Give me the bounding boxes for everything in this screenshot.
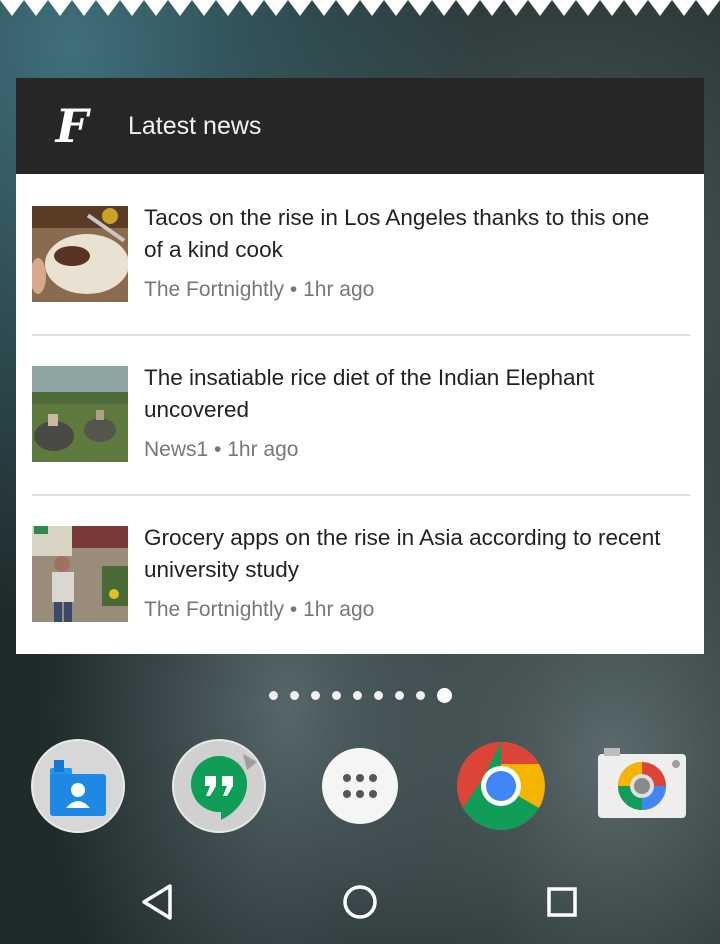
news-meta: The Fortnightly • 1hr ago <box>144 278 375 301</box>
app-logo-icon[interactable]: F <box>16 103 128 149</box>
page-dot-active <box>436 687 452 703</box>
news-thumbnail[interactable] <box>32 366 128 462</box>
hangouts-icon[interactable] <box>171 738 267 834</box>
recents-icon[interactable] <box>538 878 586 926</box>
page-indicator <box>0 687 720 703</box>
news-meta: The Fortnightly • 1hr ago <box>144 598 375 621</box>
news-source: The Fortnightly <box>144 278 285 301</box>
page-dot <box>289 690 299 700</box>
widget-header[interactable]: F Latest news <box>16 78 704 174</box>
news-thumbnail[interactable] <box>32 206 128 302</box>
back-icon[interactable] <box>134 878 182 926</box>
page-dot <box>352 690 362 700</box>
page-dot <box>331 690 341 700</box>
news-meta: News1 • 1hr ago <box>144 438 299 461</box>
camera-icon[interactable] <box>594 738 690 834</box>
contacts-icon[interactable] <box>30 738 126 834</box>
news-headline[interactable]: The insatiable rice diet of the Indian E… <box>144 362 664 426</box>
news-source: News1 <box>144 438 209 461</box>
news-time: 1hr ago <box>227 438 299 461</box>
news-time: 1hr ago <box>303 278 375 301</box>
news-item[interactable]: Grocery apps on the rise in Asia accordi… <box>16 494 704 654</box>
torn-edge <box>0 0 720 16</box>
page-dot <box>268 690 278 700</box>
app-drawer-icon[interactable] <box>312 738 408 834</box>
news-time: 1hr ago <box>303 598 375 621</box>
navigation-bar <box>0 860 720 944</box>
news-source: The Fortnightly <box>144 598 285 621</box>
news-headline[interactable]: Grocery apps on the rise in Asia accordi… <box>144 522 664 586</box>
page-dot <box>373 690 383 700</box>
widget-title: Latest news <box>128 111 262 140</box>
home-icon[interactable] <box>336 878 384 926</box>
news-widget: F Latest news Tacos on the rise in Los A… <box>16 78 704 654</box>
page-dot <box>310 690 320 700</box>
news-item[interactable]: Tacos on the rise in Los Angeles thanks … <box>16 174 704 334</box>
chrome-icon[interactable] <box>453 738 549 834</box>
news-headline[interactable]: Tacos on the rise in Los Angeles thanks … <box>144 202 664 266</box>
page-dot <box>415 690 425 700</box>
news-list: Tacos on the rise in Los Angeles thanks … <box>16 174 704 654</box>
page-dot <box>394 690 404 700</box>
news-item[interactable]: The insatiable rice diet of the Indian E… <box>16 334 704 494</box>
news-thumbnail[interactable] <box>32 526 128 622</box>
